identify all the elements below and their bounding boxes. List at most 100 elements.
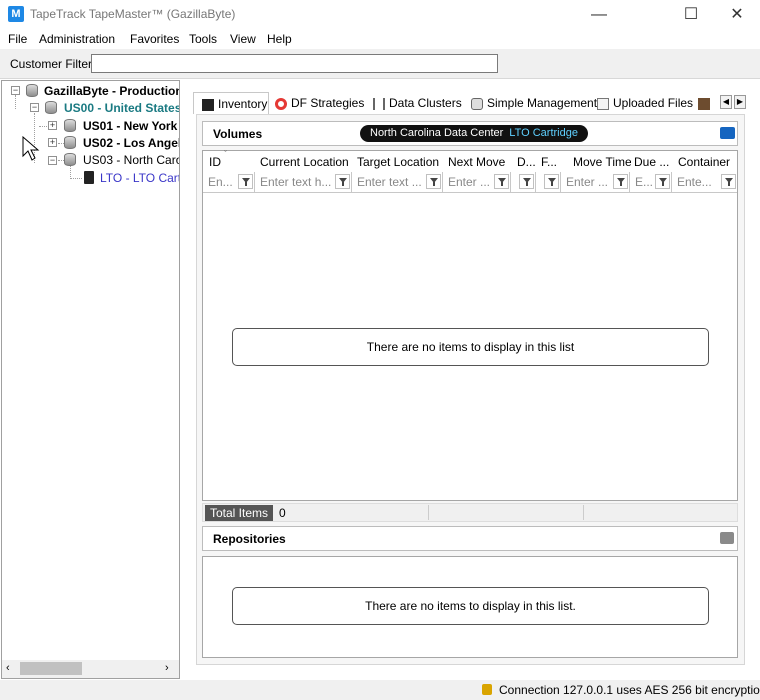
close-button[interactable]: ✕ xyxy=(714,0,760,30)
filter-input-target-location[interactable]: Enter text ... xyxy=(357,175,422,189)
lifebuoy-icon xyxy=(275,97,287,110)
camera-icon xyxy=(471,97,483,110)
clusters-icon xyxy=(373,97,385,110)
lock-icon xyxy=(482,684,492,695)
column-header-current-location[interactable]: Current Location xyxy=(260,155,350,169)
status-bar: Connection 127.0.0.1 uses AES 256 bit en… xyxy=(0,680,760,700)
sort-indicator-icon: ˇ xyxy=(224,149,227,159)
column-header-d[interactable]: D... xyxy=(517,155,537,169)
customer-tree[interactable]: − GazillaByte - Production − US00 - Unit… xyxy=(1,80,180,679)
scroll-right-icon[interactable]: › xyxy=(165,662,169,674)
filter-input-move-time[interactable]: Enter ... xyxy=(566,175,608,189)
column-header-move-time[interactable]: Move Time xyxy=(573,155,631,169)
location-badge: North Carolina Data Center LTO Cartridge xyxy=(360,125,588,142)
collapse-us00-icon[interactable]: − xyxy=(30,103,39,112)
tab-df-strategies[interactable]: DF Strategies xyxy=(275,92,364,114)
tree-node-us01[interactable]: US01 - New York xyxy=(83,119,177,133)
filter-icon[interactable] xyxy=(544,174,559,189)
repositories-action-icon[interactable] xyxy=(720,532,734,544)
menu-bar: File Administration Favorites Tools View… xyxy=(0,30,760,49)
location-badge-site: North Carolina Data Center xyxy=(370,127,504,139)
filter-cell-container: Ente... xyxy=(672,172,737,192)
tab-simple-management[interactable]: Simple Management xyxy=(471,92,597,114)
filter-icon[interactable] xyxy=(494,174,509,189)
tape-icon xyxy=(202,98,214,111)
volumes-title: Volumes xyxy=(213,127,263,141)
tree-node-us00[interactable]: US00 - United States xyxy=(64,101,179,115)
maximize-button[interactable]: ☐ xyxy=(668,0,714,30)
total-items-label: Total Items xyxy=(205,505,274,521)
total-items-bar: Total Items 0 xyxy=(202,503,738,522)
location-badge-media: LTO Cartridge xyxy=(509,127,578,139)
connection-status: Connection 127.0.0.1 uses AES 256 bit en… xyxy=(499,683,760,697)
filter-input-id[interactable]: En... xyxy=(208,175,233,189)
column-header-due[interactable]: Due ... xyxy=(634,155,670,169)
filter-cell-target-location: Enter text ... xyxy=(352,172,443,192)
column-header-target-location[interactable]: Target Location xyxy=(357,155,445,169)
filter-input-due[interactable]: E... xyxy=(635,175,653,189)
tab-inventory[interactable]: Inventory xyxy=(193,92,269,114)
filter-icon[interactable] xyxy=(238,174,253,189)
column-header-f[interactable]: F... xyxy=(541,155,561,169)
tab-data-clusters-label: Data Clusters xyxy=(389,96,462,110)
scroll-left-icon[interactable]: ‹ xyxy=(6,662,10,674)
expand-us01-icon[interactable]: + xyxy=(48,121,57,130)
volumes-grid[interactable]: ID ˇ Current Location Target Location Ne… xyxy=(202,149,738,501)
repositories-title: Repositories xyxy=(213,532,286,546)
volumes-empty-message: There are no items to display in this li… xyxy=(232,328,709,366)
tab-overflow[interactable] xyxy=(698,92,714,114)
tree-node-root[interactable]: GazillaByte - Production xyxy=(44,84,179,98)
filter-icon[interactable] xyxy=(655,174,670,189)
mouse-cursor-icon xyxy=(22,136,40,161)
menu-file[interactable]: File xyxy=(8,32,27,46)
filter-icon[interactable] xyxy=(721,174,736,189)
database-icon xyxy=(45,101,57,114)
filter-icon[interactable] xyxy=(426,174,441,189)
collapse-root-icon[interactable]: − xyxy=(11,86,20,95)
filter-cell-id: En... xyxy=(203,172,255,192)
collapse-us03-icon[interactable]: − xyxy=(48,156,57,165)
tab-simple-management-label: Simple Management xyxy=(487,96,598,110)
filter-bar: Customer Filter xyxy=(0,49,760,79)
menu-administration[interactable]: Administration xyxy=(39,32,115,46)
tab-data-clusters[interactable]: Data Clusters xyxy=(373,92,462,114)
menu-tools[interactable]: Tools xyxy=(189,32,217,46)
box-icon xyxy=(698,97,710,110)
repositories-empty-message: There are no items to display in this li… xyxy=(232,587,709,625)
filter-icon[interactable] xyxy=(335,174,350,189)
window-title: TapeTrack TapeMaster™ (GazillaByte) xyxy=(30,7,236,21)
filter-cell-d xyxy=(511,172,536,192)
filter-cell-due: E... xyxy=(630,172,672,192)
tab-scroll-left-icon[interactable]: ◀ xyxy=(720,95,732,109)
filter-cell-current-location: Enter text h... xyxy=(255,172,352,192)
expand-us02-icon[interactable]: + xyxy=(48,138,57,147)
minimize-button[interactable]: — xyxy=(576,0,622,30)
tree-node-lto[interactable]: LTO - LTO Cartridge xyxy=(100,171,179,185)
scrollbar-thumb[interactable] xyxy=(20,662,82,675)
tab-scroll-right-icon[interactable]: ▶ xyxy=(734,95,746,109)
filter-icon[interactable] xyxy=(519,174,534,189)
tree-node-us03[interactable]: US03 - North Carolina xyxy=(83,153,179,167)
tree-horizontal-scrollbar[interactable]: ‹ › xyxy=(2,660,179,678)
tree-node-us02[interactable]: US02 - Los Angeles xyxy=(83,136,179,150)
repositories-header: Repositories xyxy=(202,526,738,551)
customer-filter-input[interactable] xyxy=(91,54,498,73)
menu-help[interactable]: Help xyxy=(267,32,292,46)
filter-input-container[interactable]: Ente... xyxy=(677,175,712,189)
repositories-grid[interactable]: There are no items to display in this li… xyxy=(202,556,738,658)
filter-cell-f xyxy=(536,172,561,192)
menu-view[interactable]: View xyxy=(230,32,256,46)
database-icon xyxy=(26,84,38,97)
tab-df-strategies-label: DF Strategies xyxy=(291,96,365,110)
volumes-action-icon[interactable] xyxy=(720,127,735,139)
filter-icon[interactable] xyxy=(613,174,628,189)
filter-input-current-location[interactable]: Enter text h... xyxy=(260,175,331,189)
tab-strip: Inventory DF Strategies Data Clusters Si… xyxy=(193,92,733,114)
filter-input-next-move[interactable]: Enter ... xyxy=(448,175,490,189)
column-header-container[interactable]: Container xyxy=(678,155,736,169)
tab-uploaded-files[interactable]: Uploaded Files xyxy=(597,92,693,114)
app-icon: M xyxy=(8,6,24,22)
menu-favorites[interactable]: Favorites xyxy=(130,32,179,46)
column-header-next-move[interactable]: Next Move xyxy=(448,155,510,169)
database-icon xyxy=(64,136,76,149)
